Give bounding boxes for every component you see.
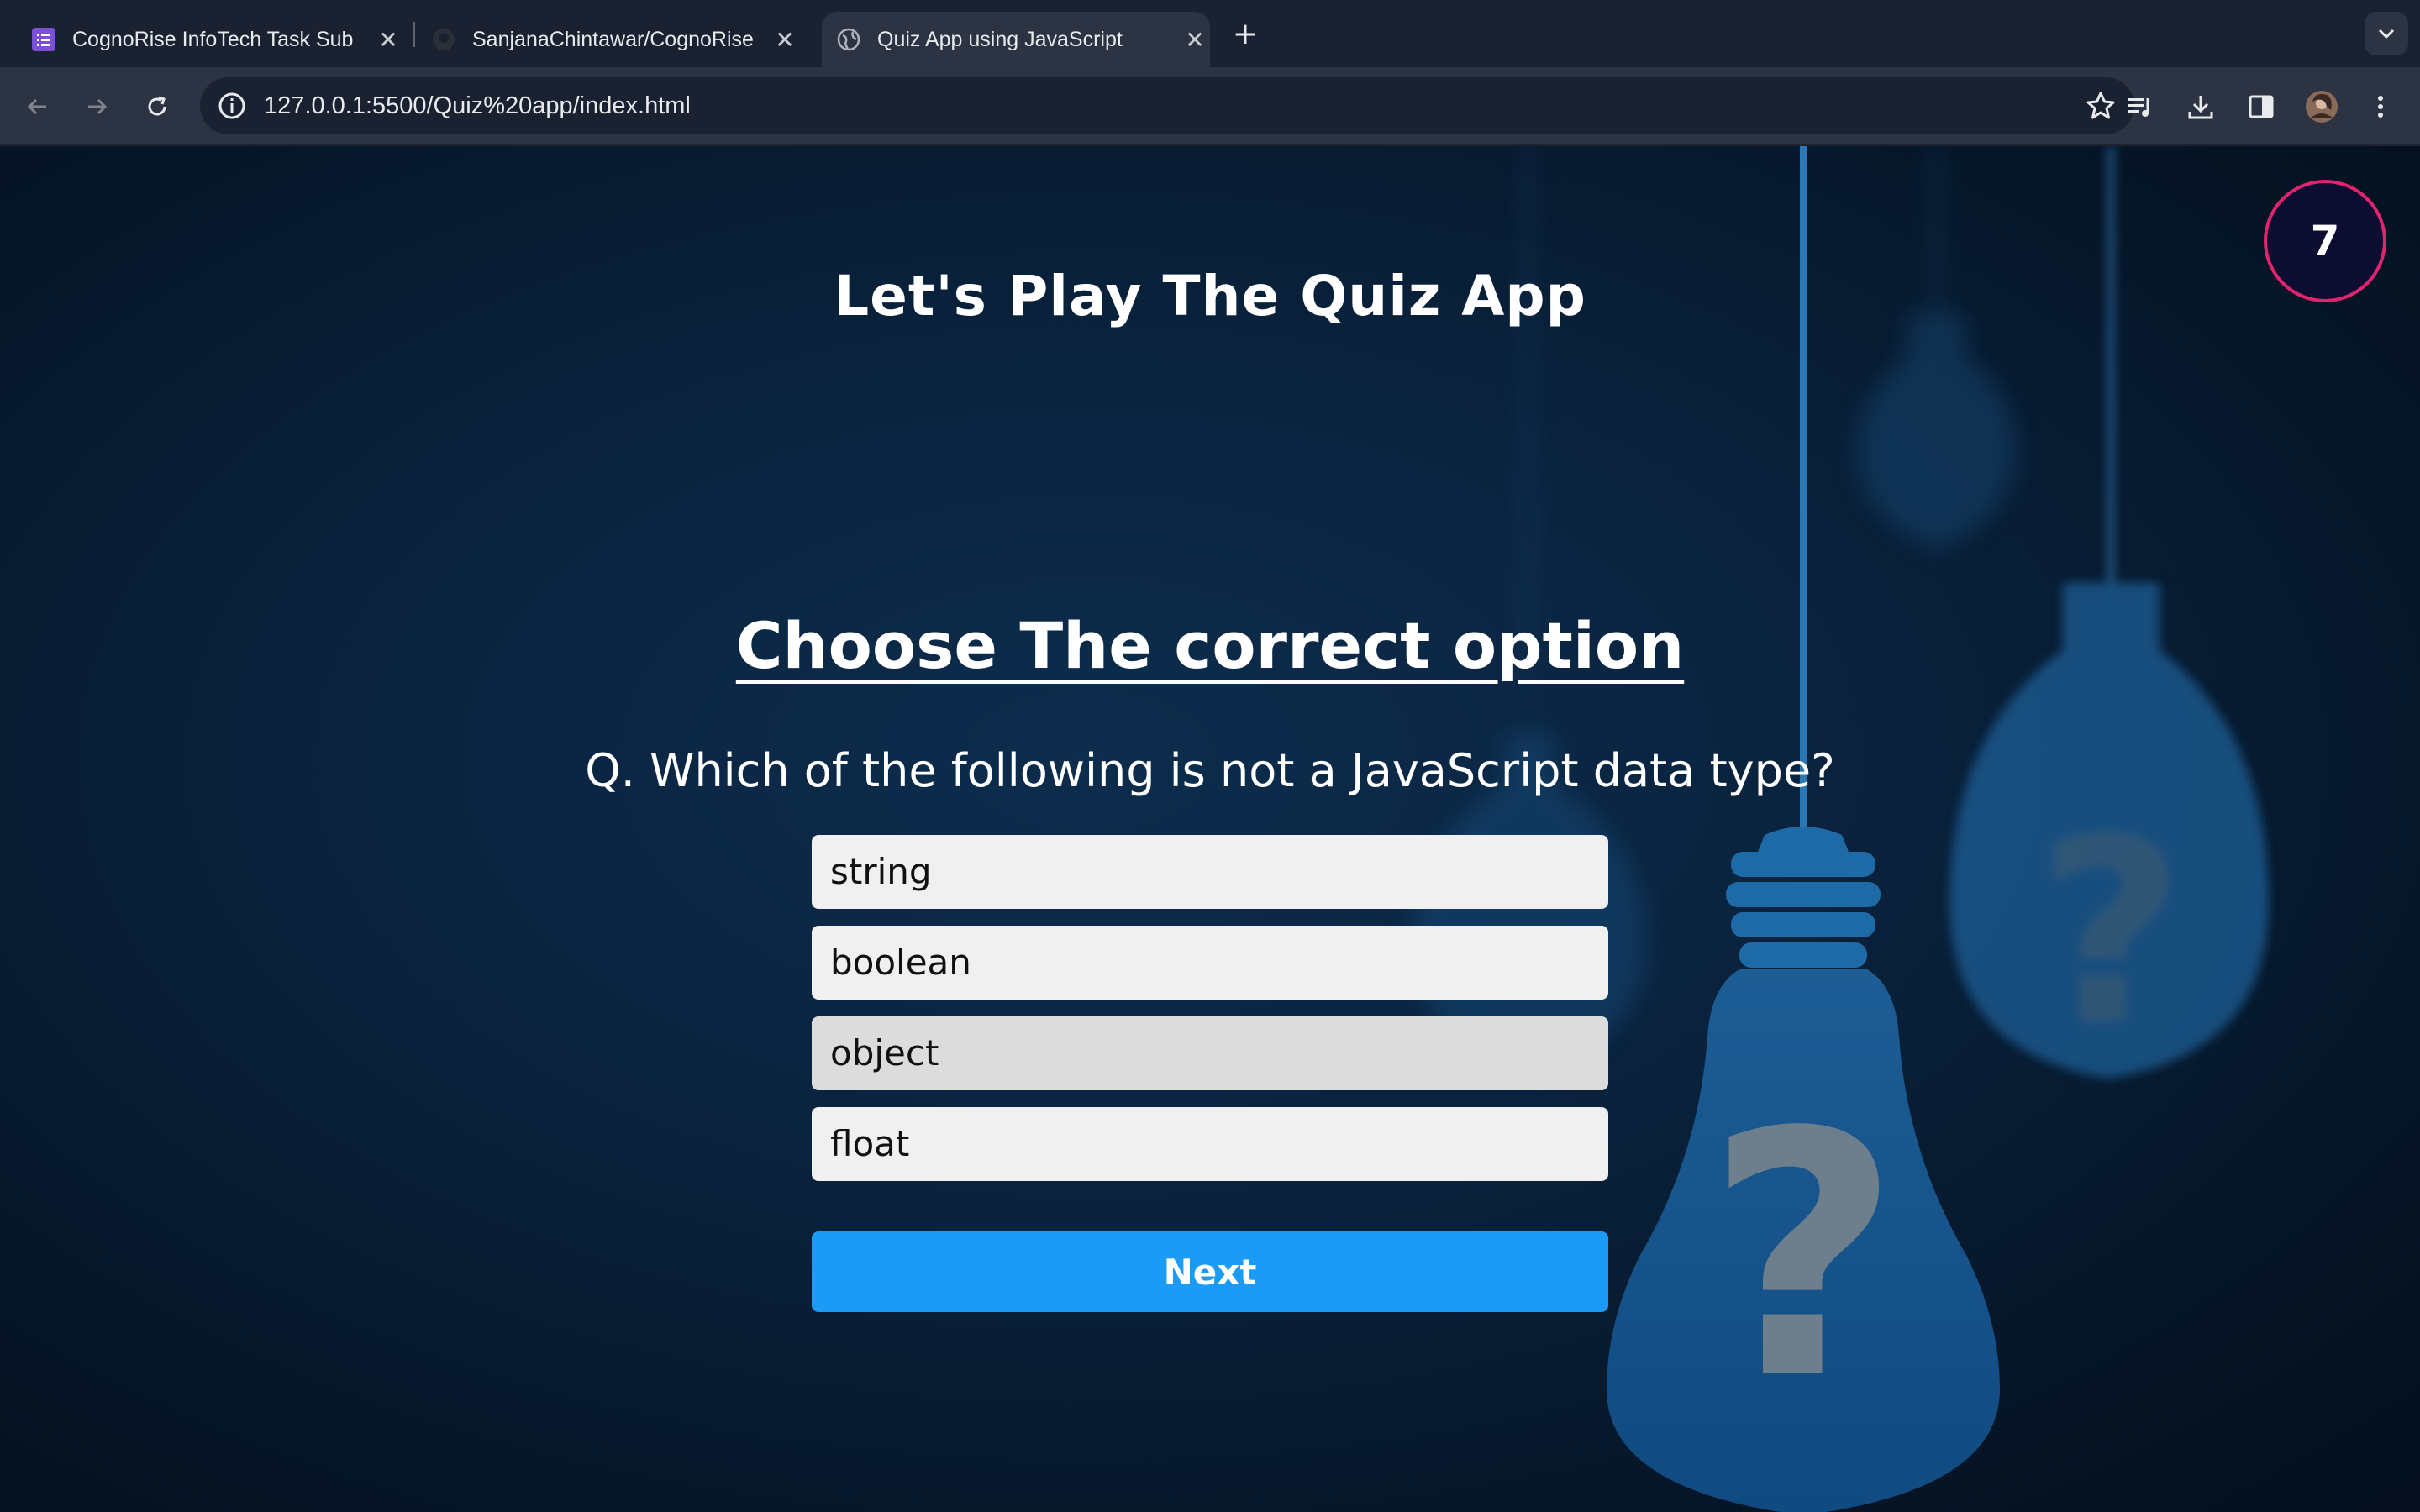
arrow-left-icon [27,98,46,115]
svg-text:?: ? [2038,786,2184,1079]
answer-option-boolean[interactable]: boolean [812,926,1608,1000]
more-vertical-icon [2378,96,2383,118]
quiz-page: ? ? 7 Let's Play The Quiz App Choose The… [0,146,2420,1512]
browser-toolbar: 127.0.0.1:5500/Quiz%20app/index.html [0,67,2420,146]
chevron-down-icon [2378,29,2395,39]
forward-button[interactable] [76,86,118,128]
reading-list-button[interactable] [2119,86,2161,128]
globe-icon [835,26,862,53]
tab-title: CognoRise InfoTech Task Sub [72,27,354,51]
downloads-button[interactable] [2180,86,2222,128]
address-bar[interactable]: 127.0.0.1:5500/Quiz%20app/index.html [200,77,2134,134]
answer-option-object[interactable]: object [812,1016,1608,1090]
tab-quiz-app[interactable]: Quiz App using JavaScript ✕ [822,12,1210,67]
answer-option-float[interactable]: float [812,1107,1608,1181]
avatar-icon [2306,91,2338,123]
tab-github[interactable]: SanjanaChintawar/CognoRise ✕ [430,12,800,67]
media-queue-icon [2128,98,2149,117]
reload-button[interactable] [136,86,178,128]
close-tab-icon[interactable]: ✕ [770,24,800,55]
download-icon [2188,96,2213,119]
next-button[interactable]: Next [812,1231,1608,1312]
back-button[interactable] [17,86,59,128]
new-tab-button[interactable]: + [1228,17,1262,51]
side-panel-icon [2249,95,2274,118]
tab-cognorise[interactable]: CognoRise InfoTech Task Sub ✕ [30,12,403,67]
answer-option-string[interactable]: string [812,835,1608,909]
svg-text:?: ? [1706,1062,1901,1452]
section-heading-text: Choose The correct option [735,608,1685,683]
section-heading: Choose The correct option [0,608,2420,683]
close-tab-icon[interactable]: ✕ [1180,24,1210,55]
profile-avatar[interactable] [2301,86,2343,128]
forms-icon [30,26,57,53]
reload-icon [148,96,166,116]
close-tab-icon[interactable]: ✕ [373,24,403,55]
tab-search-button[interactable] [2365,12,2408,55]
tab-title: SanjanaChintawar/CognoRise [472,27,754,51]
site-info-icon[interactable] [215,89,249,126]
arrow-right-icon [88,98,108,115]
bookmark-star-icon[interactable] [2084,89,2118,126]
url-text: 127.0.0.1:5500/Quiz%20app/index.html [264,92,691,119]
page-title: Let's Play The Quiz App [834,264,1586,328]
github-icon [430,26,457,53]
tab-separator [413,22,415,47]
browser-menu-button[interactable] [2360,86,2402,128]
tab-strip: CognoRise InfoTech Task Sub ✕ SanjanaChi… [0,0,2420,67]
side-panel-button[interactable] [2240,86,2282,128]
tab-title: Quiz App using JavaScript [877,27,1123,51]
question-text: Q. Which of the following is not a JavaS… [585,744,1835,797]
